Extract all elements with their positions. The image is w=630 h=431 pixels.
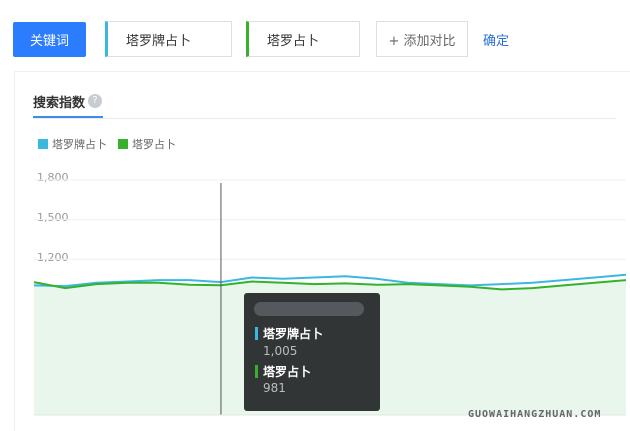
chart-tooltip: 塔罗牌占卜 1,005 塔罗占卜 981 — [244, 293, 380, 411]
tooltip-series1-marker — [255, 327, 258, 340]
tooltip-date-blurred — [254, 302, 364, 316]
tooltip-series2-value: 981 — [263, 381, 286, 395]
tooltip-series1-value: 1,005 — [263, 344, 298, 358]
tooltip-series1-name: 塔罗牌占卜 — [255, 325, 323, 342]
tooltip-series1-label: 塔罗牌占卜 — [263, 327, 324, 341]
watermark: GUOWAIHANGZHUAN.COM — [468, 409, 602, 420]
tooltip-series2-name: 塔罗占卜 — [255, 363, 311, 380]
tooltip-series2-label: 塔罗占卜 — [263, 365, 312, 379]
tooltip-series2-marker — [255, 365, 258, 378]
